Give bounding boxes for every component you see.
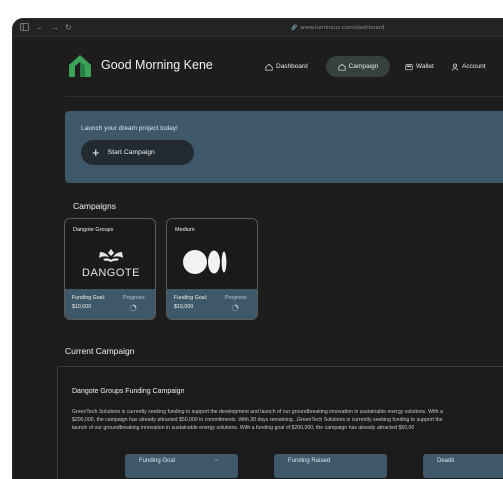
nav-campaign-label: Campaign [348, 63, 379, 70]
funding-raised-tab[interactable]: Funding Raised [274, 454, 387, 478]
campaigns-title: Campaigns [73, 201, 116, 211]
plus-icon: + [92, 145, 100, 160]
app-window: ← → ↻ 🔗 www.luminous.com/dashboard Good M… [13, 19, 503, 479]
deadline-tab[interactable]: Deadli [423, 454, 503, 478]
dangote-logo-text: DANGOTE [82, 267, 140, 279]
progress-label: Progress: [123, 295, 146, 301]
funding-goal-label: Funding Goal: [72, 295, 106, 301]
nav-campaign[interactable]: Campaign [326, 56, 390, 77]
back-arrow-icon[interactable]: ← [36, 23, 44, 33]
campaign-card-name: Medium [175, 227, 195, 233]
header-divider [65, 96, 503, 97]
nav-wallet[interactable]: Wallet [405, 56, 434, 77]
description-line: launch of our groundbreaking innovation … [72, 425, 415, 432]
progress-ring-icon [231, 304, 239, 312]
funding-goal-value: $19,000 [174, 304, 194, 310]
banner-text: Launch your dream project today! [81, 125, 178, 132]
greeting-title: Good Morning Kene [101, 58, 213, 72]
nav-account[interactable]: Account [451, 56, 486, 77]
start-campaign-button[interactable]: + Start Campaign [81, 140, 194, 165]
current-campaign-panel: Dangote Groups Funding Campaign GreenTec… [57, 366, 503, 479]
progress-label: Progress: [225, 295, 248, 301]
campaign-card-footer: Funding Goal: $19,000 Progress: [167, 289, 257, 319]
url-text: www.luminous.com/dashboard [300, 25, 385, 31]
reload-icon[interactable]: ↻ [65, 23, 72, 33]
address-bar[interactable]: 🔗 www.luminous.com/dashboard [291, 23, 385, 33]
description-line: GreenTech Solutions is currently seeking… [72, 409, 443, 415]
wallet-icon [405, 63, 413, 70]
campaign-card-name: Dangote Groups [73, 227, 114, 233]
funding-goal-tab[interactable]: Funding Goal → [125, 454, 238, 478]
dangote-emblem-icon: DANGOTE [82, 249, 140, 279]
forward-arrow-icon[interactable]: → [51, 23, 59, 33]
nav-account-label: Account [462, 63, 486, 70]
campaign-card-dangote[interactable]: Dangote Groups DANGOTE Funding Goal: $10… [64, 218, 156, 320]
current-campaign-title: Current Campaign [65, 346, 135, 356]
medium-logo-icon [183, 250, 227, 274]
start-campaign-label: Start Campaign [107, 149, 155, 156]
funding-goal-tab-label: Funding Goal [139, 458, 176, 464]
home-icon [338, 63, 346, 71]
funding-goal-value: $10,000 [72, 304, 92, 310]
funding-goal-label: Funding Goal: [174, 295, 208, 301]
campaign-card-footer: Funding Goal: $10,000 Progress: [65, 289, 155, 319]
user-icon [451, 63, 459, 70]
funding-raised-tab-label: Funding Raised [288, 458, 331, 464]
campaign-card-medium[interactable]: Medium Funding Goal: $19,000 Progress: [166, 218, 258, 320]
sidebar-toggle-icon[interactable] [20, 23, 29, 34]
medium-logo [167, 243, 257, 285]
nav-dashboard[interactable]: Dashboard [265, 56, 308, 77]
panel-title: Dangote Groups Funding Campaign [72, 388, 185, 395]
home-icon [265, 63, 273, 71]
nav-dashboard-label: Dashboard [276, 63, 308, 70]
browser-toolbar: ← → ↻ 🔗 www.luminous.com/dashboard [13, 19, 503, 37]
campaign-description: GreenTech Solutions is currently seeking… [72, 408, 503, 433]
progress-ring-icon [129, 304, 137, 312]
nav-wallet-label: Wallet [416, 63, 434, 70]
launch-banner: Launch your dream project today! + Start… [65, 111, 503, 183]
arrow-right-icon: → [213, 457, 219, 463]
logo-icon [69, 55, 91, 77]
description-line: $200,000, the campaign has already attra… [72, 417, 443, 424]
deadline-tab-label: Deadli [437, 458, 455, 464]
dangote-logo: DANGOTE [65, 243, 155, 285]
link-icon: 🔗 [291, 25, 298, 31]
